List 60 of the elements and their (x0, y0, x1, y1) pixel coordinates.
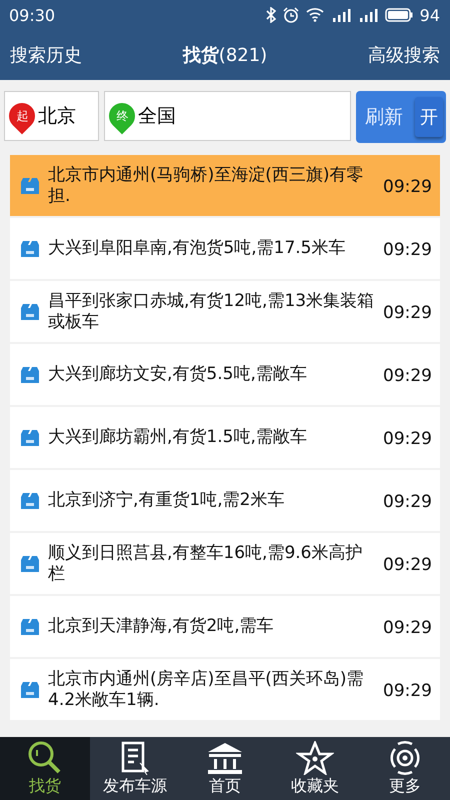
search-icon (27, 740, 63, 774)
post-time: 09:29 (383, 176, 432, 196)
bluetooth-icon (266, 7, 276, 23)
alarm-icon (282, 7, 299, 23)
cargo-list-item[interactable]: 北京到济宁,有重货1吨,需2米车 09:29 (10, 470, 440, 531)
box-icon (20, 428, 40, 446)
box-icon (20, 680, 40, 698)
post-time: 09:29 (383, 238, 432, 260)
box-icon (20, 176, 40, 194)
nav-tab[interactable]: 收藏夹 (270, 737, 360, 800)
cargo-description: 北京市内通州(马驹桥)至海淀(西三旗)有零担. (48, 164, 365, 206)
cargo-list-item[interactable]: 北京市内通州(房辛店)至昌平(西关环岛)需4.2米敞车1辆. 09:29 (10, 659, 440, 720)
post-time: 09:29 (383, 428, 432, 448)
signal-icon (330, 8, 351, 22)
nav-tab[interactable]: 首页 (180, 737, 270, 800)
post-time: 09:29 (383, 616, 432, 638)
nav-tab[interactable]: 更多 (360, 737, 450, 800)
cargo-list-item[interactable]: 大兴到阜阳阜南,有泡货5吨,需17.5米车 09:29 (10, 218, 440, 279)
cargo-list-item[interactable]: 北京市内通州(马驹桥)至海淀(西三旗)有零担. 09:29 (10, 155, 440, 216)
refresh-label: 刷新 (365, 105, 403, 130)
auto-refresh-toggle[interactable]: 开 (415, 97, 443, 137)
cargo-description: 北京到天津静海,有货2吨,需车 (48, 616, 275, 637)
post-time: 09:29 (383, 554, 432, 574)
signal-icon (358, 8, 378, 22)
cargo-description: 大兴到廊坊文安,有货5.5吨,需敞车 (48, 364, 308, 385)
wifi-icon (306, 8, 324, 22)
post-time: 09:29 (383, 490, 432, 512)
cargo-list-item[interactable]: 大兴到廊坊文安,有货5.5吨,需敞车 09:29 (10, 344, 440, 405)
cargo-description: 大兴到阜阳阜南,有泡货5吨,需17.5米车 (48, 238, 346, 259)
box-icon (20, 618, 40, 636)
post-time: 09:29 (383, 680, 432, 700)
battery-icon (384, 8, 413, 22)
page-title: 找货(821) (182, 44, 268, 67)
box-icon (20, 302, 40, 320)
clock: 09:30 (9, 6, 56, 24)
box-icon (20, 240, 40, 258)
battery-level: 94 (420, 6, 440, 24)
post-time: 09:29 (383, 364, 432, 386)
star-icon (296, 740, 334, 774)
history-link[interactable]: 搜索历史 (10, 43, 82, 67)
nav-tab[interactable]: 发布车源 (90, 737, 180, 800)
cargo-list-item[interactable]: 大兴到廊坊霸州,有货1.5吨,需敞车 09:29 (10, 407, 440, 468)
box-icon (20, 492, 40, 510)
nav-tab[interactable]: 找货 (0, 737, 90, 800)
cargo-description: 顺义到日照莒县,有整车16吨,需9.6米高护栏 (48, 542, 364, 584)
cargo-list-item[interactable]: 顺义到日照莒县,有整车16吨,需9.6米高护栏 09:29 (10, 533, 440, 594)
document-icon (120, 740, 150, 774)
cargo-list-item[interactable]: 北京到天津静海,有货2吨,需车 09:29 (10, 596, 440, 657)
destination-field[interactable]: 终 全国 (104, 91, 351, 141)
cargo-description: 昌平到张家口赤城,有货12吨,需13米集装箱或板车 (48, 290, 375, 332)
cargo-description: 大兴到廊坊霸州,有货1.5吨,需敞车 (48, 427, 308, 448)
refresh-button[interactable]: 刷新 开 (356, 91, 446, 143)
advanced-search-link[interactable]: 高级搜索 (368, 43, 440, 67)
box-icon (20, 554, 40, 572)
cargo-description: 北京市内通州(房辛店)至昌平(西关环岛)需4.2米敞车1辆. (48, 668, 365, 710)
cargo-description: 北京到济宁,有重货1吨,需2米车 (48, 490, 286, 511)
post-time: 09:29 (383, 302, 432, 322)
bank-icon (206, 740, 244, 774)
box-icon (20, 366, 40, 384)
origin-field[interactable]: 起 北京 (4, 91, 99, 141)
